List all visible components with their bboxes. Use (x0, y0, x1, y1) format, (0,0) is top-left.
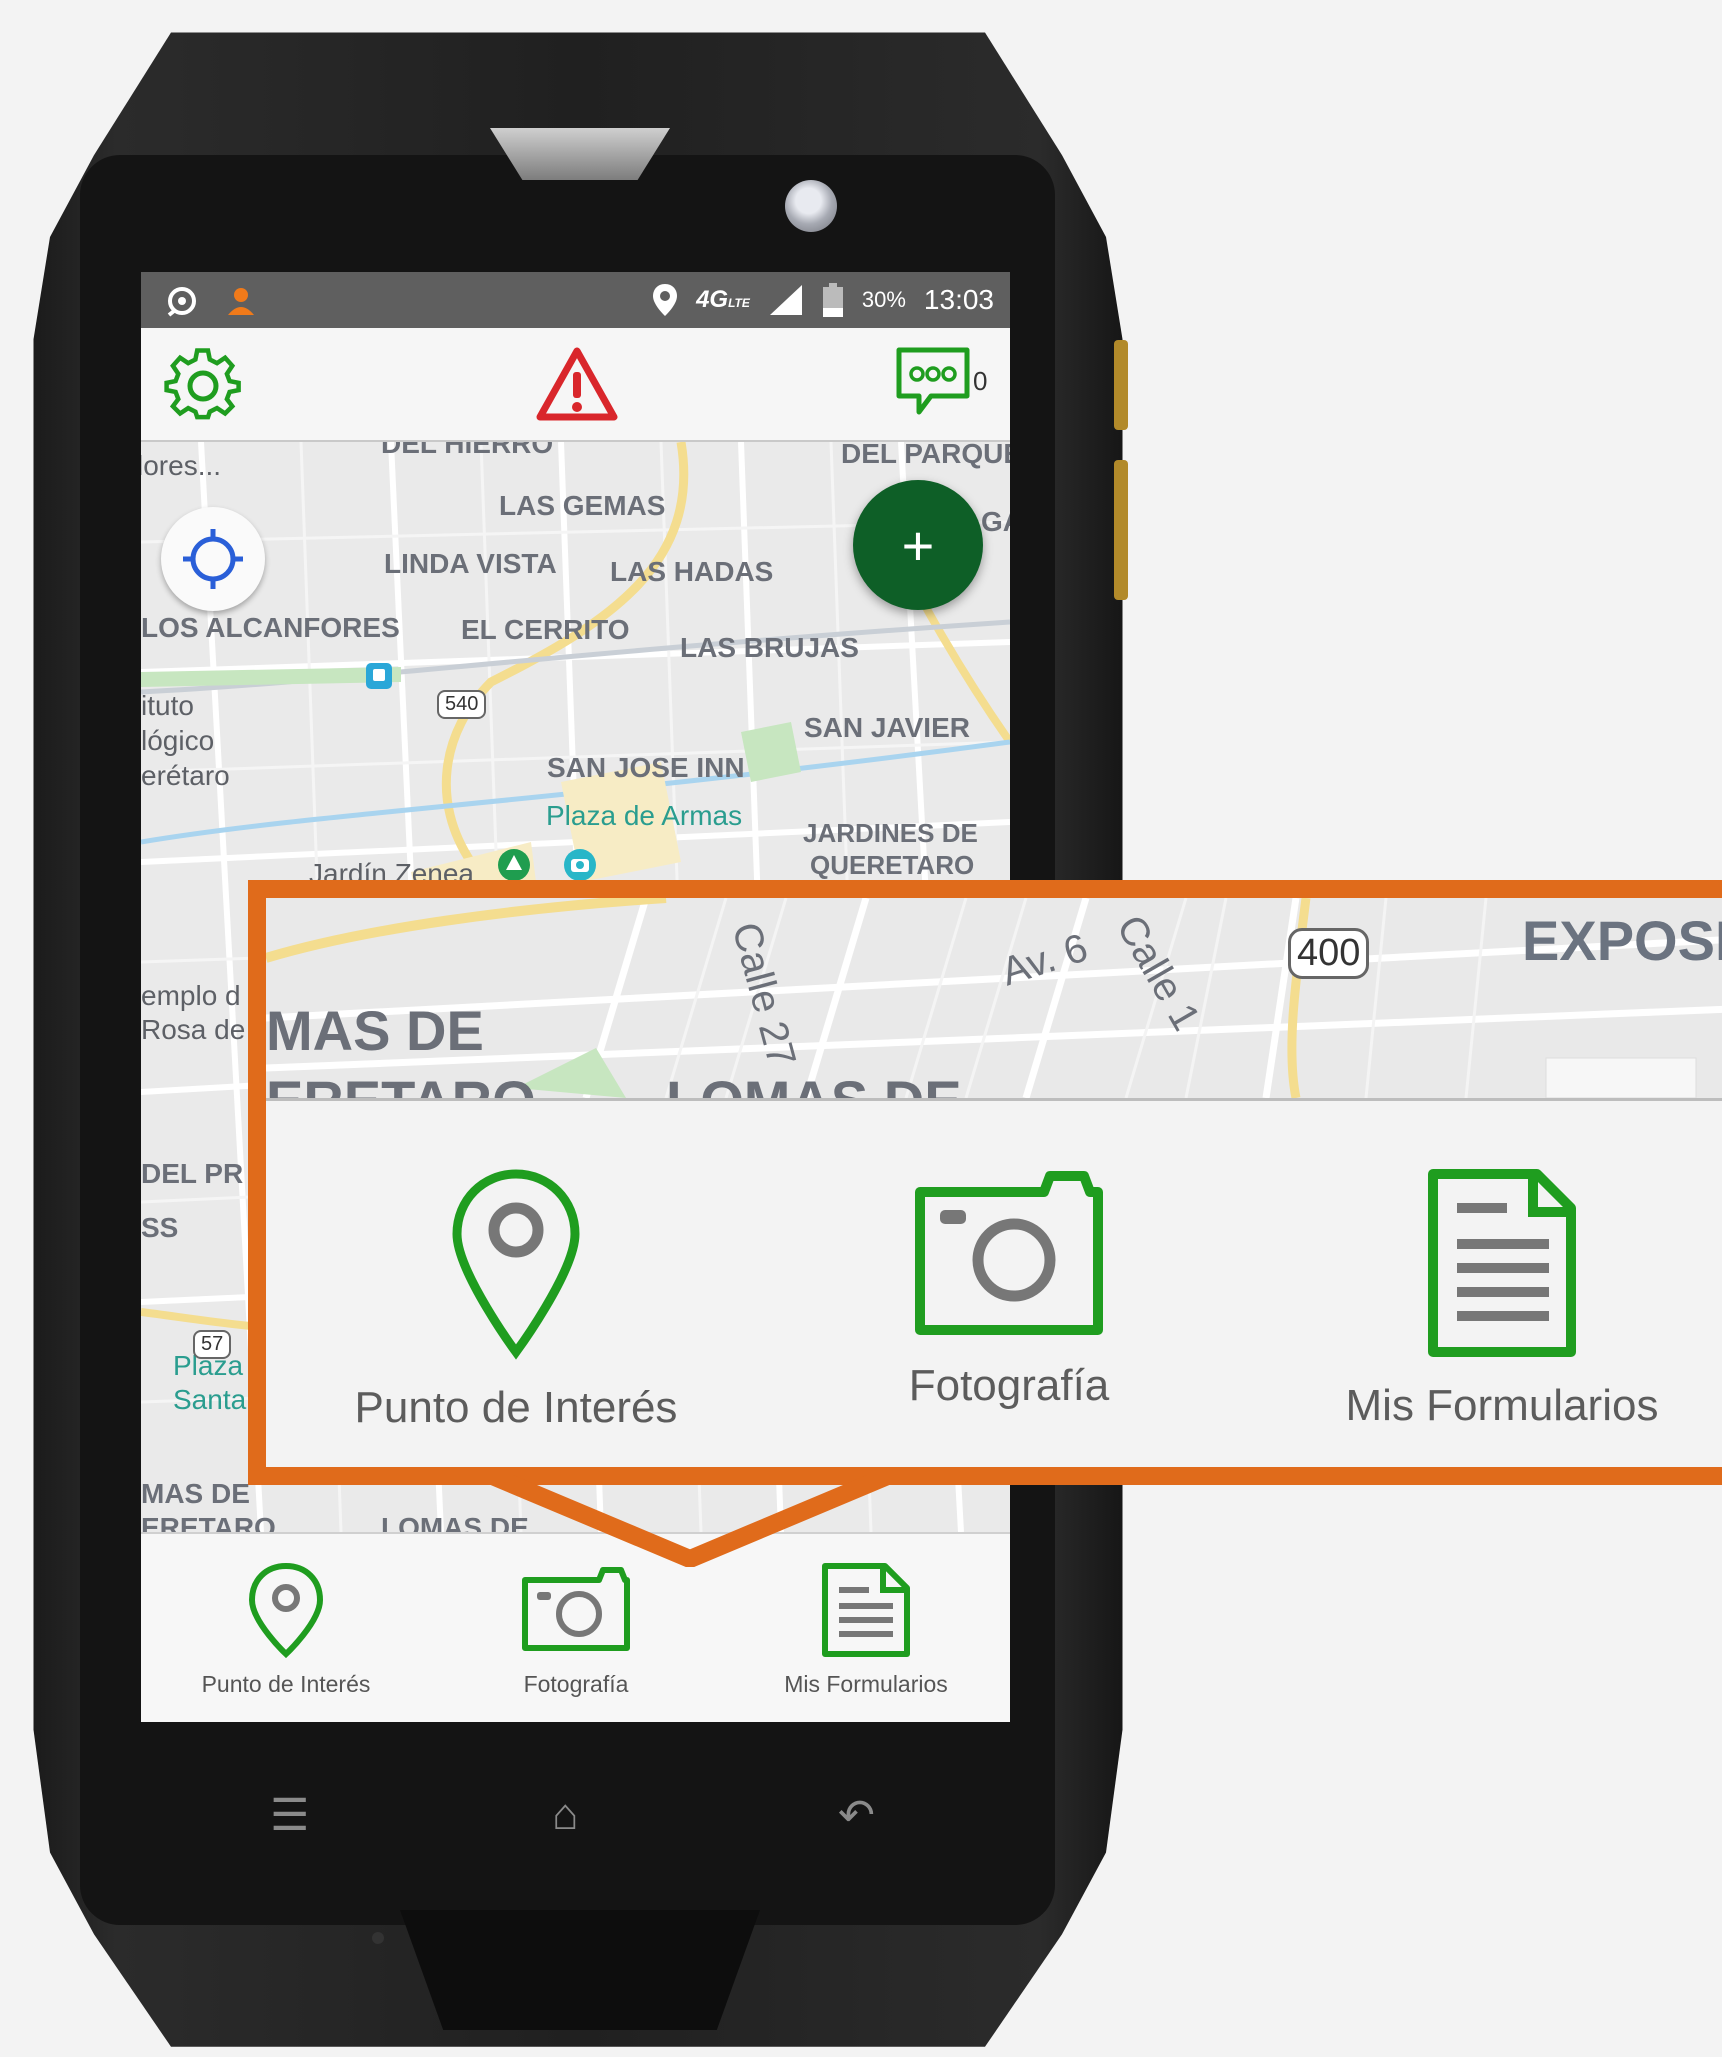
callout-map-strip: Calle 27 Av. 6 Calle 1 EXPOSIT MAS DE ER… (266, 898, 1722, 1101)
nav-item-label: Fotografía (523, 1671, 629, 1697)
map-label: MAS DE (141, 1478, 250, 1509)
train-station-icon (366, 663, 392, 689)
chat-bubble-icon (896, 347, 970, 415)
messages-count: 0 (973, 366, 988, 396)
battery-percent: 30% (861, 287, 906, 312)
callout-map-label: MAS DE (266, 999, 484, 1062)
map-label: Rosa de (141, 1014, 246, 1045)
map-label: Plaza de Armas (546, 800, 743, 831)
phone-chin (400, 1910, 760, 2030)
gear-icon[interactable] (163, 346, 243, 426)
map-label: DEL PR (141, 1158, 244, 1189)
app-notification-icon (167, 287, 196, 317)
map-label: erétaro (141, 760, 230, 791)
microphone-hole (372, 1932, 384, 1944)
map-label: SAN JAVIER (804, 712, 970, 743)
callout-item-punto-de-interes: Punto de Interés (316, 1168, 716, 1433)
network-type: 4GLTE (696, 286, 750, 313)
nav-item-label: Mis Formularios (784, 1671, 948, 1697)
map-label: LAS HADAS (610, 556, 774, 587)
clock: 13:03 (923, 284, 994, 315)
callout-map-label: LOMAS DE (666, 1069, 962, 1101)
map-label: QUERETARO (810, 850, 975, 880)
map-label: JARDINES DE (803, 818, 978, 848)
map-label: Santa (173, 1384, 247, 1415)
callout-item-fotografia: Fotografía (809, 1168, 1209, 1411)
side-button (1114, 340, 1128, 430)
battery-icon (822, 283, 843, 317)
signal-icon (769, 285, 802, 315)
map-pin-icon (452, 1169, 580, 1360)
map-label: ERETARO (141, 1512, 276, 1532)
nav-item-punto-de-interes[interactable]: Punto de Interés (141, 1562, 431, 1698)
map-label: LINDA VISTA (384, 548, 557, 579)
front-camera (785, 180, 837, 232)
callout-item-label: Punto de Interés (354, 1383, 678, 1432)
status-bar: 4GLTE 30% 13:03 (141, 272, 1010, 328)
map-label: DEL HIERRO (381, 442, 554, 459)
top-toolbar: 0 (141, 328, 1010, 442)
callout-map-label: ERETARO (266, 1069, 536, 1101)
nav-item-label: Punto de Interés (201, 1671, 371, 1697)
my-location-button[interactable] (161, 507, 265, 611)
camera-icon (522, 1567, 630, 1651)
map-label: GA (981, 506, 1010, 537)
map-label: EL CERRITO (461, 614, 630, 645)
document-icon (1428, 1169, 1576, 1357)
nav-item-fotografia[interactable]: Fotografía (431, 1562, 721, 1698)
map-label: LOS ALCANFORES (141, 612, 400, 643)
callout-item-label: Fotografía (908, 1361, 1110, 1410)
map-label: DEL PARQUE (841, 442, 1010, 469)
callout-road-badge: 400 (1288, 928, 1370, 979)
back-softkey-icon[interactable]: ↶ (838, 1790, 875, 1841)
callout-item-label: Mis Formularios (1345, 1381, 1659, 1430)
road-badge: 540 (437, 690, 487, 719)
tourist-attraction-icon (564, 849, 596, 881)
messages-button[interactable]: 0 (895, 346, 995, 426)
callout-map-label: EXPOSIT (1522, 909, 1722, 972)
add-fab-button[interactable]: + (853, 480, 983, 610)
map-label: SS (141, 1212, 179, 1243)
park-icon (498, 849, 530, 881)
document-icon (822, 1563, 910, 1657)
location-icon (653, 284, 678, 316)
map-pin-icon (248, 1562, 324, 1659)
road-badge: 57 (193, 1330, 232, 1359)
map-label: ituto (141, 690, 194, 721)
map-label: emplo d (141, 980, 241, 1011)
camera-icon (915, 1171, 1103, 1335)
person-notification-icon (228, 288, 254, 315)
map-label: lores... (141, 450, 222, 481)
home-softkey-icon[interactable]: ⌂ (552, 1790, 579, 1840)
nav-item-mis-formularios[interactable]: Mis Formularios (721, 1562, 1010, 1698)
side-button (1114, 460, 1128, 600)
map-label: LAS BRUJAS (680, 632, 859, 663)
callout-pointer (490, 1475, 890, 1567)
map-label: lógico (141, 725, 215, 756)
map-label: LAS GEMAS (499, 490, 666, 521)
zoom-callout: Calle 27 Av. 6 Calle 1 EXPOSIT MAS DE ER… (248, 880, 1722, 1485)
warning-icon[interactable] (536, 346, 618, 422)
menu-softkey-icon[interactable]: ☰ (270, 1790, 309, 1841)
crosshair-icon (183, 529, 243, 589)
map-label: SAN JOSE INN (547, 752, 745, 783)
callout-item-mis-formularios: Mis Formularios (1302, 1168, 1702, 1431)
